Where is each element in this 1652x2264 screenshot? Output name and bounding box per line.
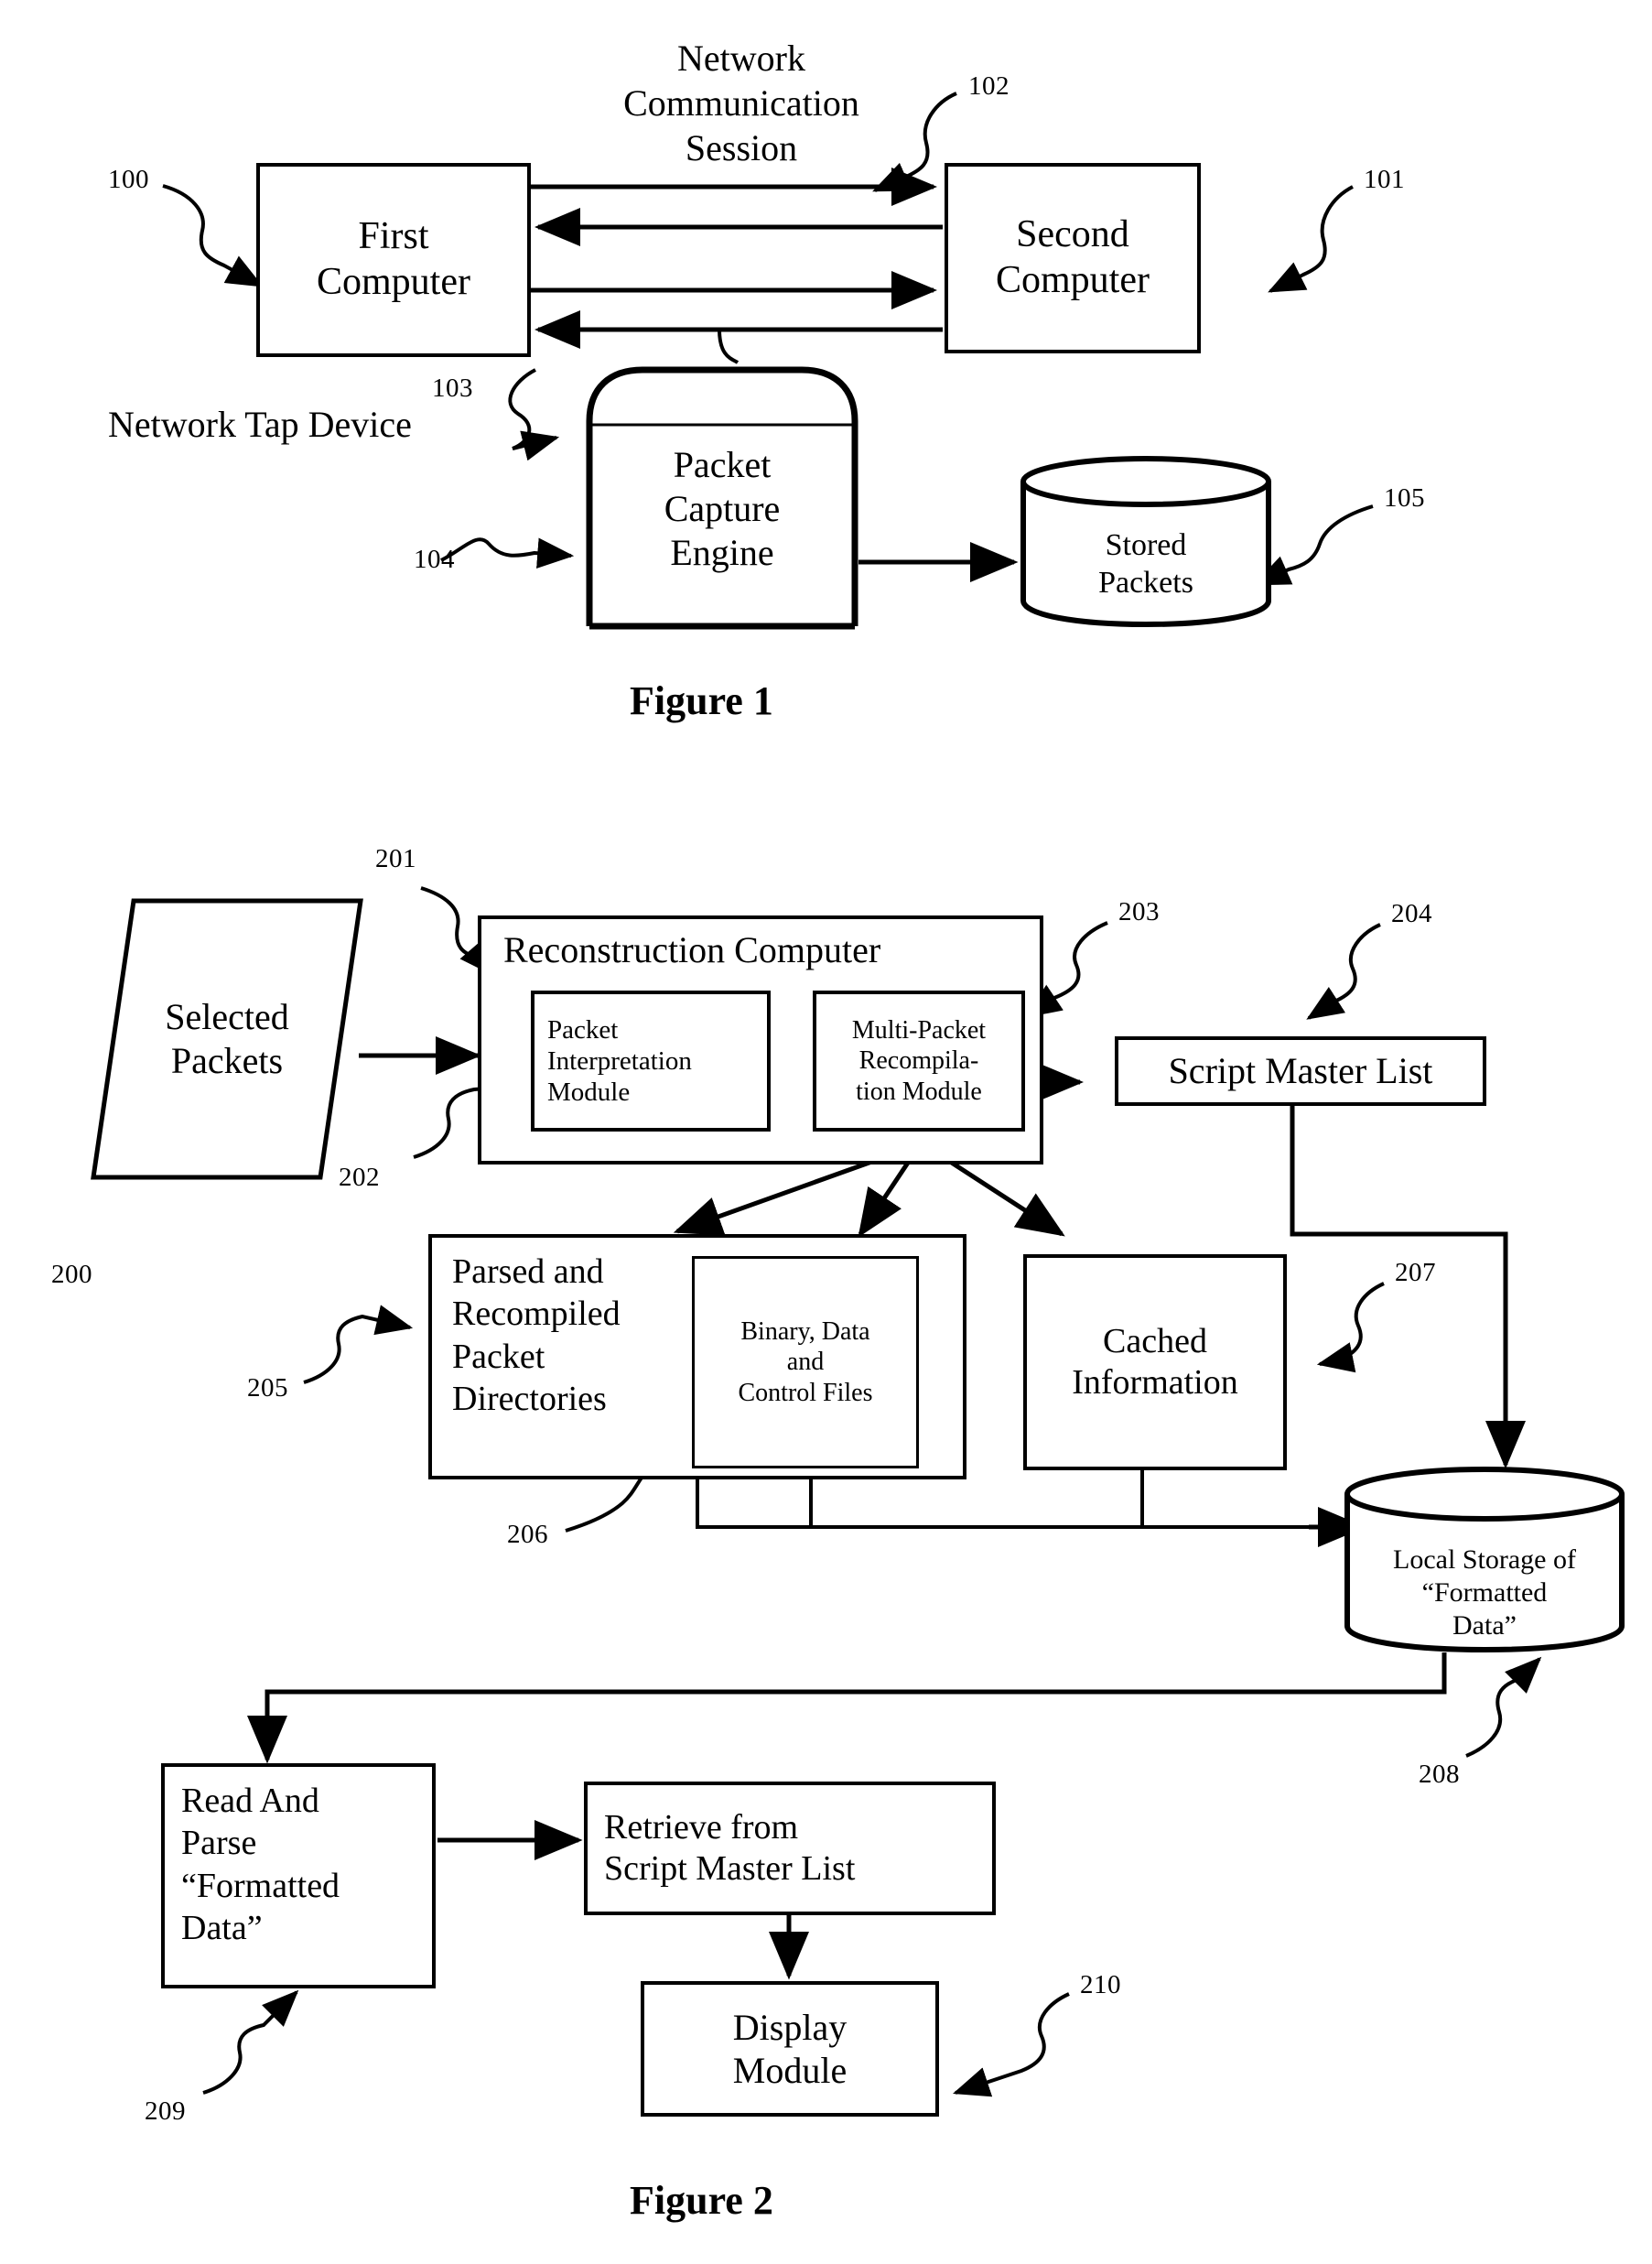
second-computer-box[interactable]: Second Computer: [945, 163, 1201, 353]
ref-103: 103: [432, 374, 473, 403]
local-storage-formatted-data-label: Local Storage of “Formatted Data”: [1393, 1544, 1576, 1641]
ref-201: 201: [375, 844, 416, 873]
packet-interpretation-module-label: Packet Interpretation Module: [547, 1014, 692, 1108]
ref-206: 206: [507, 1520, 548, 1549]
ref-210: 210: [1080, 1970, 1121, 1999]
network-communication-session-label: Network Communication Session: [623, 38, 859, 168]
read-and-parse-formatted-data-box[interactable]: Read And Parse “Formatted Data”: [161, 1763, 436, 1988]
second-computer-label: Second Computer: [996, 213, 1150, 301]
ref-100: 100: [108, 165, 149, 194]
ref-202: 202: [339, 1163, 380, 1192]
selected-packets-shape[interactable]: Selected Packets: [90, 897, 364, 1181]
multi-packet-recompilation-module-label: Multi-Packet Recompila- tion Module: [851, 1016, 987, 1106]
display-module-label: Display Module: [732, 2006, 848, 2091]
packet-capture-engine-textwrap: Packet Capture Engine: [586, 364, 858, 630]
ref-203: 203: [1118, 897, 1160, 926]
figure-1-caption: Figure 1: [630, 678, 773, 723]
cached-information-box[interactable]: Cached Information: [1023, 1254, 1287, 1470]
selected-packets-label: Selected Packets: [165, 996, 289, 1081]
read-and-parse-formatted-data-label: Read And Parse “Formatted Data”: [181, 1782, 340, 1948]
ref-207: 207: [1395, 1258, 1436, 1287]
ref-205: 205: [247, 1373, 288, 1403]
ref-209: 209: [145, 2096, 186, 2126]
ref-101: 101: [1364, 165, 1405, 194]
display-module-box[interactable]: Display Module: [641, 1981, 939, 2117]
ref-105: 105: [1384, 483, 1425, 513]
network-tap-device-shape[interactable]: Packet Capture Engine: [586, 364, 858, 630]
packet-capture-engine-label: Packet Capture Engine: [664, 444, 781, 573]
stored-packets-label: Stored Packets: [1098, 528, 1193, 600]
retrieve-from-script-master-list-label: Retrieve from Script Master List: [604, 1808, 856, 1888]
ref-102: 102: [968, 71, 1010, 101]
script-master-list-label: Script Master List: [1168, 1050, 1433, 1092]
network-tap-device-label: Network Tap Device: [108, 404, 412, 445]
patent-drawing-sheet: First Computer Second Computer Packet Ca…: [0, 0, 1652, 2264]
script-master-list-box[interactable]: Script Master List: [1115, 1036, 1486, 1106]
local-storage-textwrap: Local Storage of “Formatted Data”: [1342, 1465, 1627, 1690]
figure-2-caption: Figure 2: [630, 2178, 773, 2223]
first-computer-label: First Computer: [317, 215, 470, 303]
stored-packets-textwrap: Stored Packets: [1018, 454, 1274, 652]
cached-information-label: Cached Information: [1072, 1322, 1238, 1402]
first-computer-box[interactable]: First Computer: [256, 163, 531, 357]
ref-204: 204: [1391, 899, 1432, 928]
stored-packets-cylinder[interactable]: Stored Packets: [1018, 454, 1274, 628]
local-storage-formatted-data-cylinder[interactable]: Local Storage of “Formatted Data”: [1342, 1465, 1627, 1659]
ref-104: 104: [414, 545, 455, 574]
ref-208: 208: [1419, 1760, 1460, 1789]
multi-packet-recompilation-module-box[interactable]: Multi-Packet Recompila- tion Module: [813, 991, 1025, 1132]
packet-interpretation-module-box[interactable]: Packet Interpretation Module: [531, 991, 771, 1132]
binary-data-control-files-box[interactable]: Binary, Data and Control Files: [692, 1256, 919, 1468]
reconstruction-computer-label: Reconstruction Computer: [503, 929, 881, 970]
ref-200: 200: [51, 1260, 92, 1289]
binary-data-control-files-label: Binary, Data and Control Files: [738, 1317, 873, 1407]
retrieve-from-script-master-list-box[interactable]: Retrieve from Script Master List: [584, 1782, 996, 1915]
